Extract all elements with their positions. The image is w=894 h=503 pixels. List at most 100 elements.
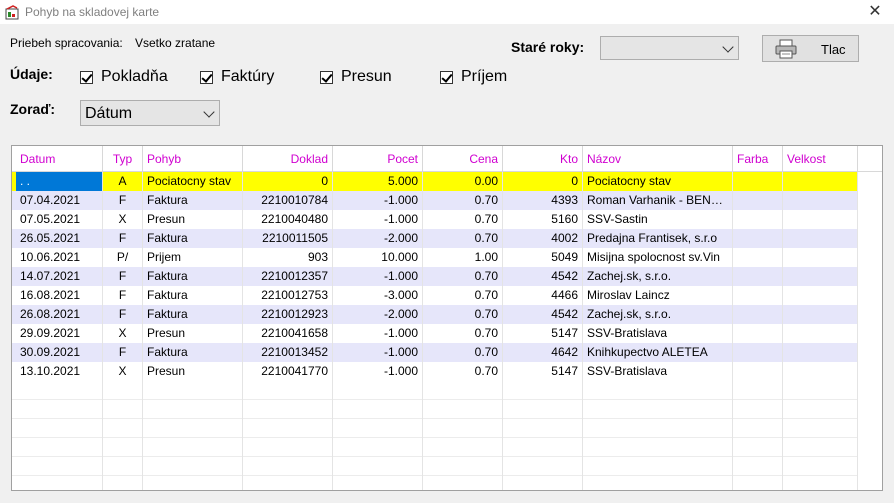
grid-column-line xyxy=(242,172,243,490)
status-label: Priebeh spracovania: xyxy=(10,36,123,50)
cell-who: 5147 xyxy=(503,324,583,343)
cell-document: 2210041658 xyxy=(243,324,333,343)
cell-who: 4542 xyxy=(503,305,583,324)
cell-size xyxy=(783,229,858,248)
column-header-who[interactable]: Kto xyxy=(503,146,583,172)
cell-size xyxy=(783,172,858,191)
column-header-quantity[interactable]: Pocet xyxy=(333,146,423,172)
cell-type: X xyxy=(103,362,143,381)
cell-name: Roman Varhanik - BEN… xyxy=(583,191,733,210)
cell-size xyxy=(783,210,858,229)
cell-type: P/ xyxy=(103,248,143,267)
cell-movement: Faktura xyxy=(143,191,243,210)
cell-type: F xyxy=(103,286,143,305)
cell-document: 903 xyxy=(243,248,333,267)
cell-color xyxy=(733,229,783,248)
grid-column-line xyxy=(502,172,503,490)
checkbox-prijem-label: Príjem xyxy=(461,68,508,85)
cell-movement: Presun xyxy=(143,324,243,343)
cell-who: 5147 xyxy=(503,362,583,381)
cell-color xyxy=(733,191,783,210)
cell-price: 0.70 xyxy=(423,286,503,305)
cell-who: 4642 xyxy=(503,343,583,362)
cell-color xyxy=(733,172,783,191)
checkbox-prijem[interactable] xyxy=(440,71,453,84)
cell-date: 16.08.2021 xyxy=(16,286,103,305)
column-header-color[interactable]: Farba xyxy=(733,146,783,172)
cell-name: SSV-Sastin xyxy=(583,210,733,229)
cell-quantity: -1.000 xyxy=(333,343,423,362)
grid-column-line xyxy=(422,172,423,490)
cell-quantity: -1.000 xyxy=(333,362,423,381)
cell-type: F xyxy=(103,267,143,286)
cell-movement: Prijem xyxy=(143,248,243,267)
column-header-type[interactable]: Typ xyxy=(103,146,143,172)
chevron-down-icon xyxy=(203,106,215,118)
column-header-date[interactable]: Datum xyxy=(16,146,103,172)
column-header-size[interactable]: Velkost xyxy=(783,146,858,172)
checkbox-pokladna[interactable] xyxy=(80,71,93,84)
checkbox-presun[interactable] xyxy=(320,71,333,84)
window-title: Pohyb na skladovej karte xyxy=(25,5,160,19)
cell-quantity: -3.000 xyxy=(333,286,423,305)
cell-movement: Presun xyxy=(143,210,243,229)
cell-movement: Faktura xyxy=(143,305,243,324)
cell-size xyxy=(783,305,858,324)
old-years-select[interactable] xyxy=(600,36,739,60)
cell-price: 0.70 xyxy=(423,191,503,210)
cell-who: 4002 xyxy=(503,229,583,248)
app-icon xyxy=(5,5,19,20)
cell-document: 0 xyxy=(243,172,333,191)
cell-name: SSV-Bratislava xyxy=(583,324,733,343)
cell-movement: Faktura xyxy=(143,229,243,248)
cell-who: 0 xyxy=(503,172,583,191)
cell-who: 5049 xyxy=(503,248,583,267)
sort-select[interactable]: Dátum xyxy=(80,100,220,126)
cell-type: X xyxy=(103,324,143,343)
print-button[interactable]: Tlac xyxy=(762,35,859,62)
cell-document: 2210012753 xyxy=(243,286,333,305)
cell-size xyxy=(783,286,858,305)
table-header: Datum Typ Pohyb Doklad Pocet Cena Kto Názov Farb… xyxy=(12,146,882,172)
cell-type: F xyxy=(103,343,143,362)
cell-date: 30.09.2021 xyxy=(16,343,103,362)
printer-icon xyxy=(775,39,797,59)
cell-who: 4542 xyxy=(503,267,583,286)
cell-type: F xyxy=(103,191,143,210)
cell-color xyxy=(733,343,783,362)
cell-color xyxy=(733,248,783,267)
cell-movement: Faktura xyxy=(143,286,243,305)
cell-quantity: 5.000 xyxy=(333,172,423,191)
cell-price: 1.00 xyxy=(423,248,503,267)
checkbox-faktury[interactable] xyxy=(200,71,213,84)
checkbox-presun-label: Presun xyxy=(341,68,392,85)
column-header-document[interactable]: Doklad xyxy=(243,146,333,172)
cell-movement: Pociatocny stav xyxy=(143,172,243,191)
cell-price: 0.70 xyxy=(423,210,503,229)
cell-movement: Faktura xyxy=(143,267,243,286)
cell-size xyxy=(783,324,858,343)
cell-date: 29.09.2021 xyxy=(16,324,103,343)
cell-date: . . xyxy=(16,172,103,191)
close-icon[interactable]: ✕ xyxy=(862,1,888,23)
cell-name: Knihkupectvo ALETEA xyxy=(583,343,733,362)
column-header-movement[interactable]: Pohyb xyxy=(143,146,243,172)
cell-price: 0.70 xyxy=(423,267,503,286)
grid-column-line xyxy=(732,172,733,490)
cell-name: Zachej.sk, s.r.o. xyxy=(583,305,733,324)
cell-size xyxy=(783,267,858,286)
movement-table[interactable]: Datum Typ Pohyb Doklad Pocet Cena Kto Názov Farb… xyxy=(11,145,883,491)
cell-document: 2210011505 xyxy=(243,229,333,248)
cell-name: SSV-Bratislava xyxy=(583,362,733,381)
cell-color xyxy=(733,267,783,286)
cell-date: 26.05.2021 xyxy=(16,229,103,248)
column-header-name[interactable]: Názov xyxy=(583,146,733,172)
cell-size xyxy=(783,362,858,381)
checkbox-pokladna-label: Pokladňa xyxy=(101,68,168,85)
column-header-price[interactable]: Cena xyxy=(423,146,503,172)
grid-column-line xyxy=(582,172,583,490)
cell-quantity: -2.000 xyxy=(333,305,423,324)
cell-name: Misijna spolocnost sv.Vin xyxy=(583,248,733,267)
cell-document: 2210012357 xyxy=(243,267,333,286)
cell-document: 2210013452 xyxy=(243,343,333,362)
